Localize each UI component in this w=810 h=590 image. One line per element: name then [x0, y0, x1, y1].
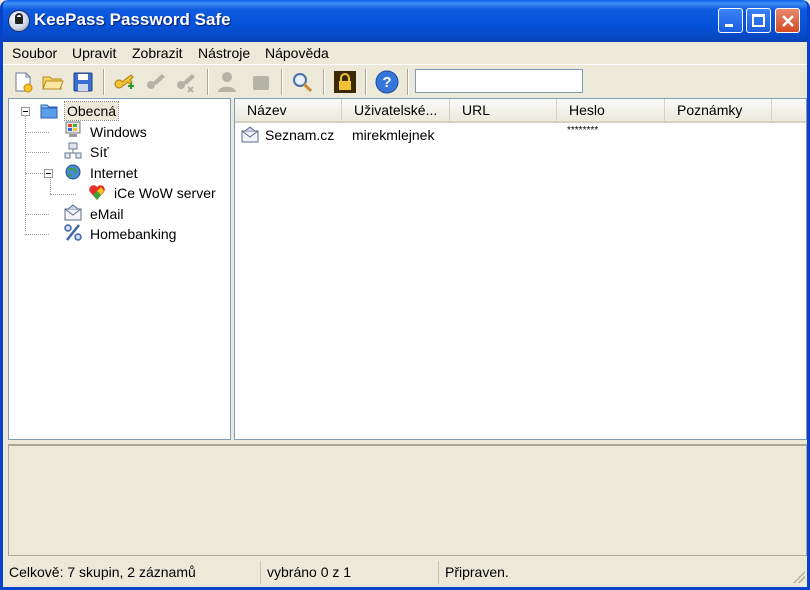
column-header-nazev[interactable]: Název: [235, 99, 342, 121]
tree-item-sit[interactable]: Síť: [90, 143, 108, 161]
globe-icon: [65, 164, 81, 180]
table-row[interactable]: Seznam.cz mirekmlejnek ********: [235, 125, 806, 145]
maximize-button[interactable]: [746, 8, 771, 33]
maximize-icon: [752, 14, 765, 27]
toolbar: ?: [3, 64, 807, 99]
folder-icon: [40, 104, 58, 119]
find-magnifier-icon[interactable]: [290, 70, 314, 94]
main-window: KeePass Password Safe Soubor Upravit Zob…: [0, 0, 810, 590]
entry-detail-pane: [8, 444, 807, 556]
status-bar: Celkově: 7 skupin, 2 záznamů vybráno 0 z…: [3, 560, 807, 587]
column-header-poznamky[interactable]: Poznámky: [665, 99, 772, 121]
close-button[interactable]: [775, 8, 800, 33]
menu-napoveda[interactable]: Nápověda: [262, 42, 332, 64]
copy-password-icon: [253, 76, 269, 90]
collapse-obecna-toggle[interactable]: [21, 107, 30, 116]
windows-icon: [65, 121, 81, 137]
column-header-url[interactable]: URL: [450, 99, 557, 121]
group-tree[interactable]: Obecná Windows Síť Internet iCe WoW serv…: [8, 98, 231, 440]
entry-title: Seznam.cz: [265, 127, 335, 143]
network-icon: [64, 142, 82, 159]
menu-soubor[interactable]: Soubor: [9, 42, 60, 64]
window-title: KeePass Password Safe: [34, 10, 231, 29]
resize-grip[interactable]: [793, 571, 805, 583]
copy-username-icon: [218, 72, 236, 92]
open-folder-icon[interactable]: [41, 70, 65, 94]
edit-entry-key-icon: [147, 74, 165, 89]
quick-search-input[interactable]: [415, 69, 583, 93]
status-selection: vybráno 0 z 1: [261, 561, 439, 584]
entry-password: ********: [567, 125, 599, 136]
heart-icon: [89, 185, 105, 200]
save-disk-icon[interactable]: [71, 70, 95, 94]
envelope-icon: [64, 204, 82, 221]
new-database-icon[interactable]: [11, 70, 35, 94]
envelope-icon: [241, 126, 259, 143]
status-state: Připraven.: [445, 564, 509, 580]
percent-icon: [64, 224, 82, 241]
lock-workspace-icon[interactable]: [333, 70, 357, 94]
tree-item-obecna[interactable]: Obecná: [63, 101, 120, 121]
menu-upravit[interactable]: Upravit: [69, 42, 119, 64]
status-totals: Celkově: 7 skupin, 2 záznamů: [3, 561, 261, 584]
tree-item-windows[interactable]: Windows: [90, 123, 147, 141]
keepass-lock-icon: [8, 10, 30, 32]
help-icon[interactable]: ?: [375, 70, 399, 94]
list-header: Název Uživatelské... URL Heslo Poznámky: [235, 99, 806, 123]
add-entry-key-icon[interactable]: [111, 70, 135, 94]
tree-item-homebanking[interactable]: Homebanking: [90, 225, 176, 243]
menu-bar: Soubor Upravit Zobrazit Nástroje Nápověd…: [3, 42, 807, 64]
tree-item-email[interactable]: eMail: [90, 205, 123, 223]
title-bar[interactable]: KeePass Password Safe: [3, 0, 807, 42]
entry-username: mirekmlejnek: [352, 127, 435, 143]
column-header-heslo[interactable]: Heslo: [557, 99, 665, 121]
menu-nastroje[interactable]: Nástroje: [195, 42, 253, 64]
column-header-uzivatel[interactable]: Uživatelské...: [342, 99, 450, 121]
svg-text:?: ?: [382, 74, 391, 91]
close-icon: [782, 15, 794, 27]
delete-entry-key-icon: [177, 74, 195, 93]
tree-item-internet[interactable]: Internet: [90, 164, 137, 182]
tree-item-ice-wow-server[interactable]: iCe WoW server: [114, 184, 216, 202]
collapse-internet-toggle[interactable]: [44, 169, 53, 178]
entry-list[interactable]: Název Uživatelské... URL Heslo Poznámky …: [234, 98, 807, 440]
menu-zobrazit[interactable]: Zobrazit: [129, 42, 186, 64]
minimize-button[interactable]: [718, 8, 743, 33]
minimize-icon: [725, 24, 733, 27]
